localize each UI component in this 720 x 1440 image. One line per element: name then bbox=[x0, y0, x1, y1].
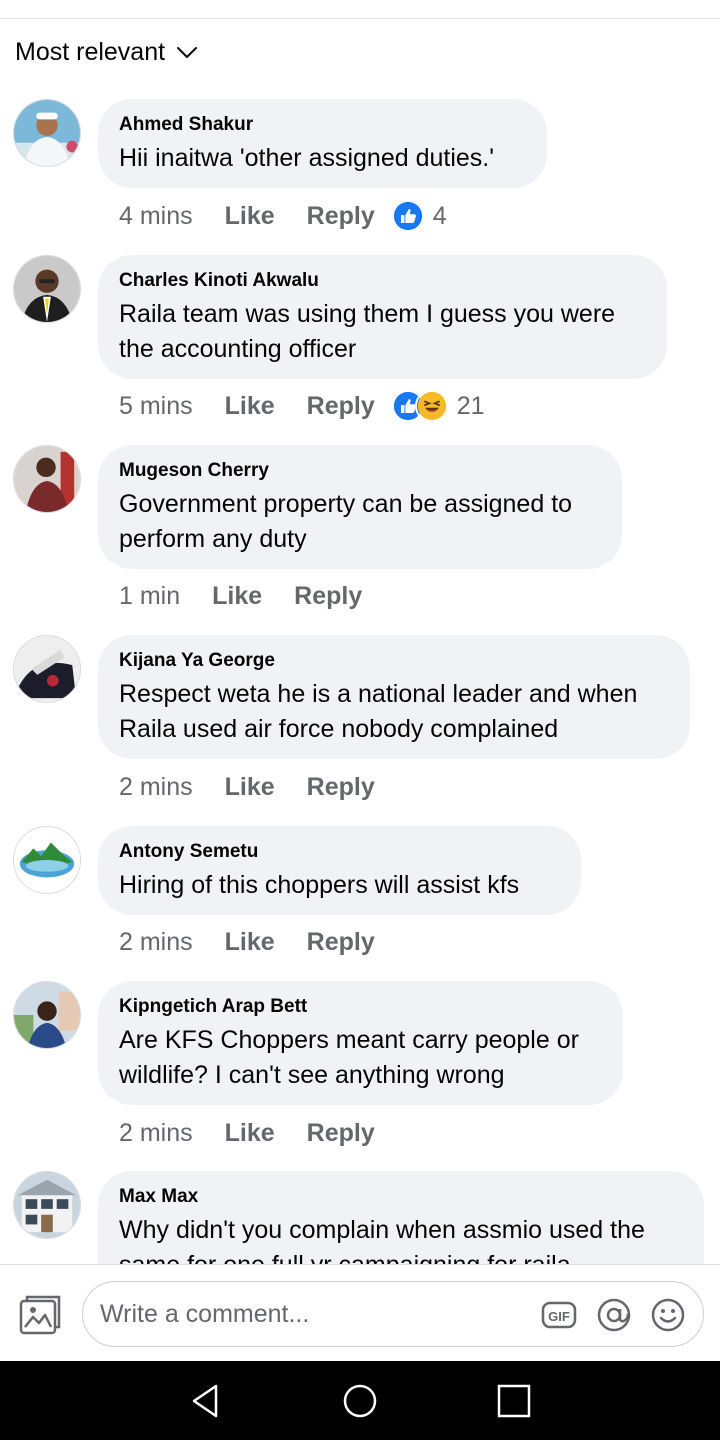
reaction-summary[interactable]: 21 bbox=[390, 389, 485, 423]
comment-meta: 4 mins Like Reply 4 bbox=[119, 198, 447, 234]
reply-button[interactable]: Reply bbox=[307, 773, 375, 802]
emoji-icon[interactable] bbox=[650, 1297, 686, 1333]
comment-time[interactable]: 4 mins bbox=[119, 202, 193, 231]
comment-bubble: Max Max Why didn't you complain when ass… bbox=[98, 1171, 704, 1264]
reaction-count: 21 bbox=[456, 391, 485, 420]
recents-icon[interactable] bbox=[494, 1381, 534, 1421]
comment-author[interactable]: Kijana Ya George bbox=[119, 650, 668, 672]
comment-text: Government property can be assigned to p… bbox=[119, 490, 573, 553]
comment-text: Hiring of this choppers will assist kfs bbox=[119, 871, 520, 899]
like-button[interactable]: Like bbox=[212, 582, 262, 611]
like-reaction-icon bbox=[390, 199, 425, 233]
avatar[interactable] bbox=[13, 826, 81, 894]
comment-meta: 2 mins Like Reply bbox=[119, 924, 375, 960]
comment-author[interactable]: Kipngetich Arap Bett bbox=[119, 996, 601, 1018]
photo-icon[interactable] bbox=[19, 1295, 61, 1335]
reply-button[interactable]: Reply bbox=[307, 1119, 375, 1148]
avatar[interactable] bbox=[13, 635, 81, 703]
chevron-down-icon bbox=[175, 40, 199, 64]
comment-bubble: Kipngetich Arap Bett Are KFS Choppers me… bbox=[98, 981, 623, 1105]
comment-bubble: Mugeson Cherry Government property can b… bbox=[98, 445, 622, 569]
comment-bubble: Ahmed Shakur Hii inaitwa 'other assigned… bbox=[98, 99, 547, 188]
reply-button[interactable]: Reply bbox=[307, 392, 375, 421]
like-button[interactable]: Like bbox=[225, 202, 275, 231]
avatar[interactable] bbox=[13, 99, 81, 167]
system-navigation-bar bbox=[0, 1361, 720, 1440]
like-button[interactable]: Like bbox=[225, 1119, 275, 1148]
comment-bubble: Charles Kinoti Akwalu Raila team was usi… bbox=[98, 255, 667, 379]
svg-text:GIF: GIF bbox=[548, 1309, 570, 1324]
comment-time[interactable]: 5 mins bbox=[119, 392, 193, 421]
avatar[interactable] bbox=[13, 255, 81, 323]
home-icon[interactable] bbox=[340, 1381, 380, 1421]
sort-dropdown[interactable]: Most relevant bbox=[15, 34, 199, 70]
comment-time[interactable]: 2 mins bbox=[119, 1119, 193, 1148]
avatar[interactable] bbox=[13, 981, 81, 1049]
reply-button[interactable]: Reply bbox=[307, 928, 375, 957]
comment-author[interactable]: Ahmed Shakur bbox=[119, 114, 525, 136]
comment-input[interactable] bbox=[100, 1294, 530, 1334]
sort-label: Most relevant bbox=[15, 37, 166, 66]
comment-author[interactable]: Antony Semetu bbox=[119, 841, 559, 863]
comment-bubble: Kijana Ya George Respect weta he is a na… bbox=[98, 635, 690, 759]
comment-author[interactable]: Charles Kinoti Akwalu bbox=[119, 270, 645, 292]
like-button[interactable]: Like bbox=[225, 392, 275, 421]
mention-icon[interactable] bbox=[596, 1297, 632, 1333]
comment-bubble: Antony Semetu Hiring of this choppers wi… bbox=[98, 826, 581, 915]
back-icon[interactable] bbox=[186, 1381, 226, 1421]
reply-button[interactable]: Reply bbox=[307, 202, 375, 231]
comment-meta: 2 mins Like Reply bbox=[119, 1115, 375, 1151]
like-button[interactable]: Like bbox=[225, 928, 275, 957]
comment-text: Hii inaitwa 'other assigned duties.' bbox=[119, 144, 495, 172]
comment-time[interactable]: 2 mins bbox=[119, 773, 193, 802]
avatar[interactable] bbox=[13, 445, 81, 513]
comment-meta: 1 min Like Reply bbox=[119, 578, 362, 614]
reaction-summary[interactable]: 4 bbox=[390, 199, 447, 233]
comment-time[interactable]: 1 min bbox=[119, 582, 180, 611]
comment-meta: 2 mins Like Reply bbox=[119, 769, 375, 805]
comment-author[interactable]: Mugeson Cherry bbox=[119, 460, 600, 482]
comment-item: Max Max Why didn't you complain when ass… bbox=[0, 1171, 720, 1264]
reply-button[interactable]: Reply bbox=[294, 582, 362, 611]
comment-time[interactable]: 2 mins bbox=[119, 928, 193, 957]
gif-icon[interactable]: GIF bbox=[541, 1297, 577, 1333]
comment-author[interactable]: Max Max bbox=[119, 1186, 682, 1208]
comment-text: Raila team was using them I guess you we… bbox=[119, 300, 616, 363]
like-button[interactable]: Like bbox=[225, 773, 275, 802]
haha-reaction-icon bbox=[414, 389, 449, 423]
top-divider bbox=[0, 18, 720, 19]
reaction-count: 4 bbox=[432, 201, 447, 230]
comment-text: Why didn't you complain when assmio used… bbox=[119, 1216, 645, 1264]
comment-text: Are KFS Choppers meant carry people or w… bbox=[119, 1026, 579, 1089]
avatar[interactable] bbox=[13, 1171, 81, 1239]
comment-input-box: GIF bbox=[82, 1281, 704, 1347]
comment-text: Respect weta he is a national leader and… bbox=[119, 680, 638, 743]
comment-meta: 5 mins Like Reply 21 bbox=[119, 388, 485, 424]
comment-composer: GIF bbox=[0, 1264, 720, 1361]
